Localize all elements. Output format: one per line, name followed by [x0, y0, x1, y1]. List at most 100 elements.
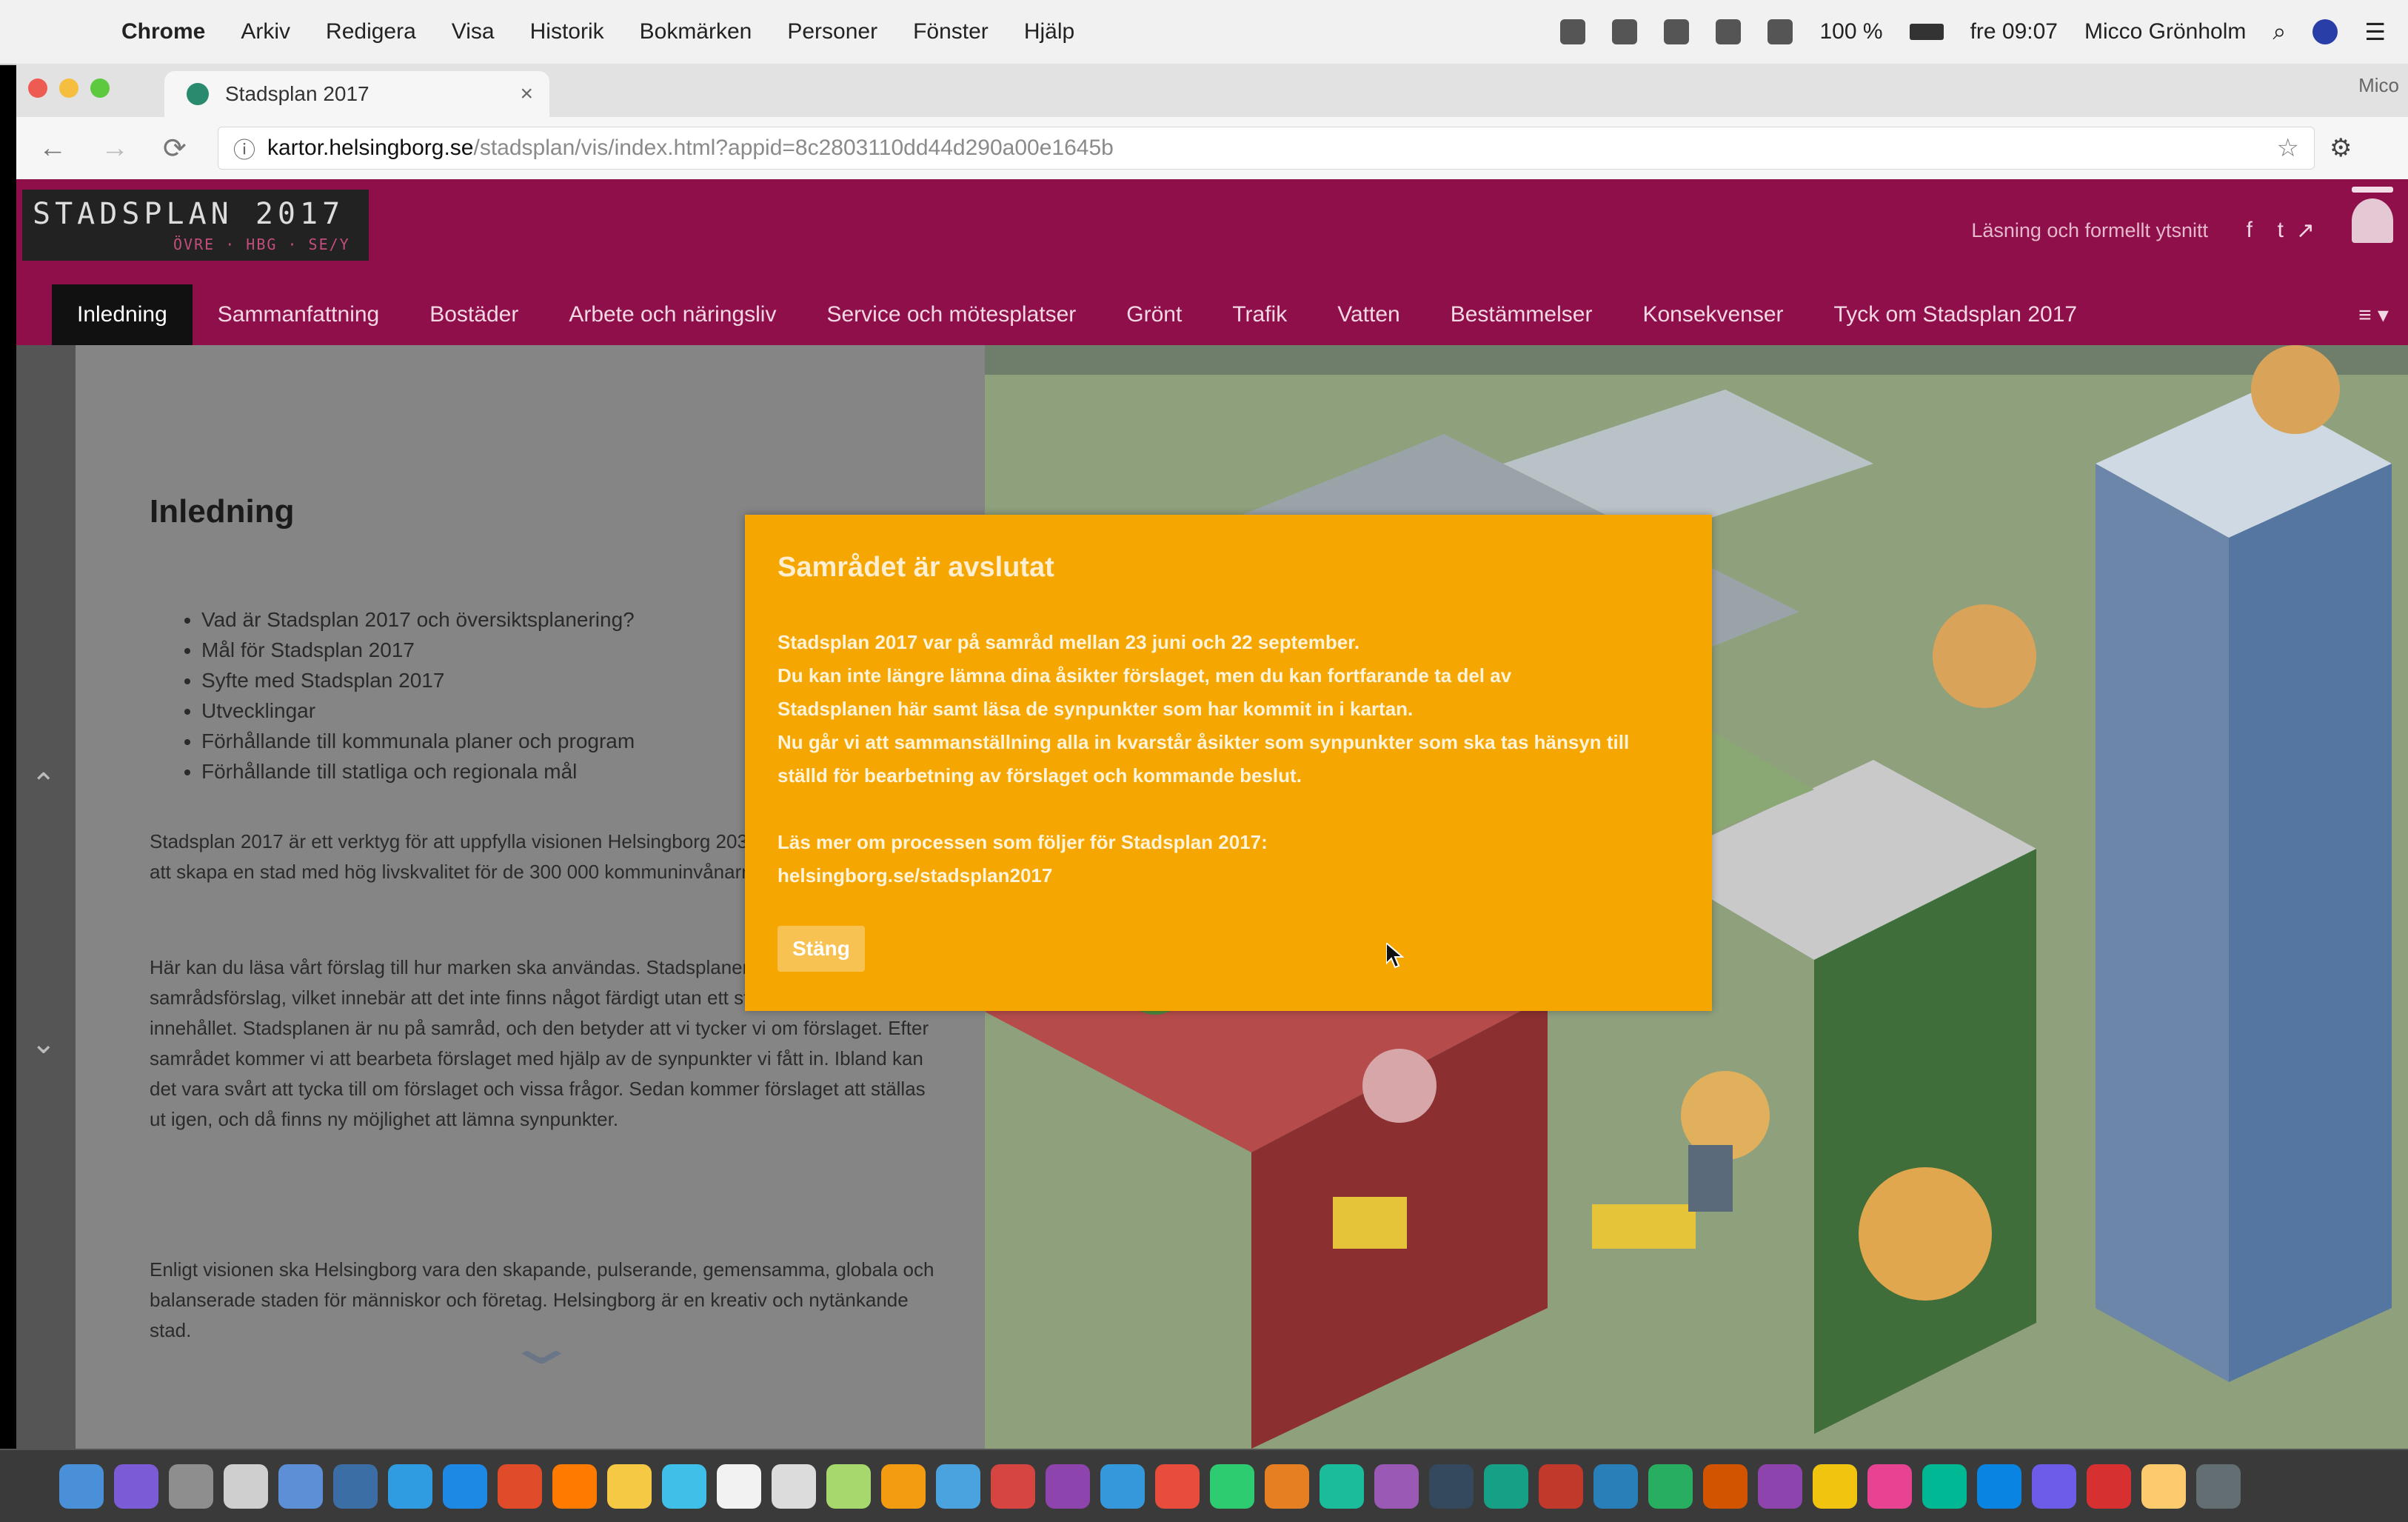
dock-app-icon[interactable] [2196, 1463, 2241, 1509]
menu-item-2[interactable]: Redigera [326, 19, 416, 44]
dock-app-icon[interactable] [443, 1463, 487, 1509]
share-icon[interactable]: ↗ [2296, 218, 2315, 244]
dock-app-icon[interactable] [498, 1463, 542, 1509]
menu-item-6[interactable]: Personer [787, 19, 877, 44]
toc-link[interactable]: Syfte med Stadsplan 2017 [201, 665, 635, 695]
clock[interactable]: fre 09:07 [1970, 19, 2058, 44]
dock-app-icon[interactable] [59, 1463, 104, 1509]
spotlight-search-icon[interactable]: ⌕ [2272, 18, 2286, 46]
browser-tab[interactable]: Stadsplan 2017 × [164, 71, 549, 117]
nav-item[interactable]: Bestämmelser [1425, 284, 1618, 345]
dock-app-icon[interactable] [1155, 1463, 1200, 1509]
close-window-button[interactable] [28, 79, 47, 98]
toc-link[interactable]: Vad är Stadsplan 2017 och översiktsplane… [201, 604, 635, 635]
nav-item[interactable]: Konsekvenser [1617, 284, 1808, 345]
dock-app-icon[interactable] [1374, 1463, 1419, 1509]
menu-item-8[interactable]: Hjälp [1024, 19, 1074, 44]
collapse-up-icon[interactable]: ⌃ [31, 767, 56, 801]
dock-app-icon[interactable] [1648, 1463, 1693, 1509]
address-bar[interactable]: ⓘ kartor.helsingborg.se /stadsplan/vis/i… [218, 127, 2315, 170]
menu-item-7[interactable]: Fönster [913, 19, 989, 44]
toc-link[interactable]: Förhållande till statliga och regionala … [201, 756, 635, 787]
bluetooth-icon[interactable] [1664, 19, 1690, 44]
zoom-window-button[interactable] [90, 79, 110, 98]
dock-app-icon[interactable] [1758, 1463, 1802, 1509]
dock-app-icon[interactable] [1539, 1463, 1583, 1509]
facebook-icon[interactable]: f [2247, 218, 2253, 243]
back-arrow-icon[interactable]: ← [39, 133, 78, 164]
site-logo[interactable]: STADSPLAN 2017 ÖVRE · HBG · SE/Y [22, 190, 369, 261]
dock-app-icon[interactable] [1867, 1463, 1912, 1509]
wifi-icon[interactable] [1716, 19, 1742, 44]
toc-link[interactable]: Utvecklingar [201, 695, 635, 726]
reload-icon[interactable]: ⟳ [163, 132, 203, 165]
dock-app-icon[interactable] [224, 1463, 268, 1509]
dock-app-icon[interactable] [662, 1463, 706, 1509]
dock-app-icon[interactable] [1100, 1463, 1145, 1509]
toc-link[interactable]: Förhållande till kommunala planer och pr… [201, 726, 635, 756]
scroll-down-chevron-icon[interactable]: ⌄ [503, 1315, 581, 1376]
evernote-icon[interactable] [1612, 19, 1638, 44]
profile-button[interactable]: Mico [2358, 74, 2399, 97]
dialog-more-link[interactable]: helsingborg.se/stadsplan2017 [777, 859, 1268, 892]
dock-app-icon[interactable] [772, 1463, 816, 1509]
dock-app-icon[interactable] [1593, 1463, 1638, 1509]
menu-item-4[interactable]: Historik [530, 19, 604, 44]
dock-app-icon[interactable] [936, 1463, 980, 1509]
dock-app-icon[interactable] [826, 1463, 871, 1509]
menu-item-5[interactable]: Bokmärken [640, 19, 752, 44]
nav-item[interactable]: Inledning [52, 284, 193, 345]
bookmark-star-icon[interactable]: ☆ [2277, 133, 2299, 163]
dock-app-icon[interactable] [169, 1463, 213, 1509]
volume-icon[interactable] [1767, 19, 1793, 44]
nav-item[interactable]: Vatten [1312, 284, 1425, 345]
nav-item[interactable]: Trafik [1207, 284, 1312, 345]
dock-app-icon[interactable] [1922, 1463, 1967, 1509]
readability-link[interactable]: Läsning och formellt ytsnitt [1971, 219, 2208, 242]
site-info-icon[interactable]: ⓘ [233, 132, 255, 164]
dock-app-icon[interactable] [1265, 1463, 1309, 1509]
dock-app-icon[interactable] [2087, 1463, 2131, 1509]
dock-app-icon[interactable] [607, 1463, 652, 1509]
nav-item[interactable]: Grönt [1101, 284, 1207, 345]
dock-app-icon[interactable] [1977, 1463, 2021, 1509]
dropbox-icon[interactable] [1560, 19, 1586, 44]
close-dialog-button[interactable]: Stäng [777, 926, 865, 972]
dock-app-icon[interactable] [1429, 1463, 1474, 1509]
dock-app-icon[interactable] [991, 1463, 1035, 1509]
dock-app-icon[interactable] [333, 1463, 378, 1509]
dock-app-icon[interactable] [2032, 1463, 2076, 1509]
hamburger-menu-icon[interactable] [2352, 187, 2393, 268]
twitter-icon[interactable]: t [2278, 218, 2284, 243]
dock-app-icon[interactable] [1046, 1463, 1090, 1509]
tab-close-button[interactable]: × [520, 81, 533, 107]
user-name[interactable]: Micco Grönholm [2084, 19, 2246, 44]
nav-item[interactable]: Tyck om Stadsplan 2017 [1809, 284, 2103, 345]
dock-app-icon[interactable] [1703, 1463, 1748, 1509]
dock-app-icon[interactable] [388, 1463, 432, 1509]
menu-item-0[interactable]: Chrome [121, 19, 205, 44]
dock-app-icon[interactable] [114, 1463, 158, 1509]
dock-app-icon[interactable] [552, 1463, 597, 1509]
dock-app-icon[interactable] [1320, 1463, 1364, 1509]
siri-icon[interactable] [2312, 19, 2338, 44]
dock-app-icon[interactable] [717, 1463, 761, 1509]
dock-app-icon[interactable] [1813, 1463, 1857, 1509]
menu-item-3[interactable]: Visa [452, 19, 495, 44]
menu-item-1[interactable]: Arkiv [241, 19, 290, 44]
forward-arrow-icon[interactable]: → [101, 133, 141, 164]
dock-app-icon[interactable] [2141, 1463, 2186, 1509]
minimize-window-button[interactable] [59, 79, 78, 98]
nav-item[interactable]: Service och mötesplatser [801, 284, 1101, 345]
battery-icon[interactable] [1909, 24, 1944, 40]
nav-item[interactable]: Sammanfattning [193, 284, 404, 345]
toc-link[interactable]: Mål för Stadsplan 2017 [201, 635, 635, 665]
dock-app-icon[interactable] [278, 1463, 323, 1509]
dock-app-icon[interactable] [881, 1463, 926, 1509]
nav-item[interactable]: Bostäder [404, 284, 544, 345]
nav-item[interactable]: Arbete och näringsliv [544, 284, 801, 345]
dock-app-icon[interactable] [1484, 1463, 1528, 1509]
notification-center-icon[interactable]: ☰ [2364, 18, 2386, 46]
nav-more-menu[interactable]: ≡ ▾ [2358, 302, 2389, 328]
dock-app-icon[interactable] [1210, 1463, 1254, 1509]
